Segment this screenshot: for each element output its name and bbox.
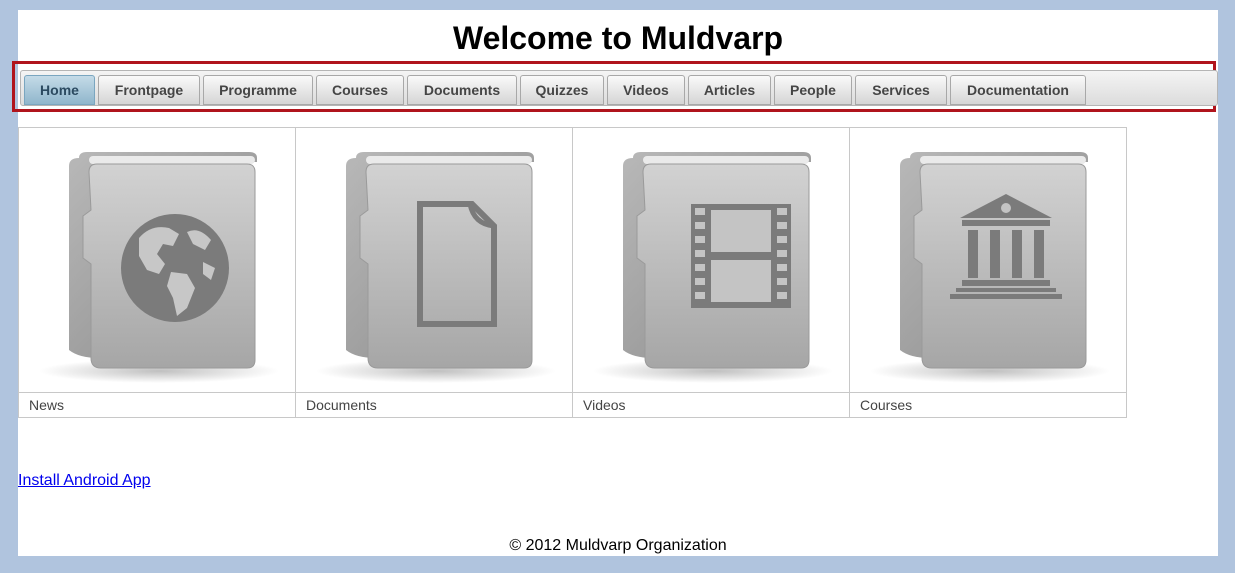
tab-people[interactable]: People bbox=[774, 75, 852, 105]
page-title: Welcome to Muldvarp bbox=[452, 20, 784, 56]
globe-icon bbox=[39, 152, 279, 383]
tile-caption: Videos bbox=[573, 392, 849, 417]
institution-icon bbox=[870, 152, 1110, 383]
tile-documents[interactable]: Documents bbox=[296, 128, 573, 417]
tab-videos[interactable]: Videos bbox=[607, 75, 685, 105]
tab-courses[interactable]: Courses bbox=[316, 75, 404, 105]
tab-quizzes[interactable]: Quizzes bbox=[520, 75, 604, 105]
tile-courses[interactable]: Courses bbox=[850, 128, 1127, 417]
tile-grid: News Documents Videos Courses bbox=[18, 127, 1127, 418]
main-navbar: Home Frontpage Programme Courses Documen… bbox=[20, 70, 1218, 106]
tile-news[interactable]: News bbox=[19, 128, 296, 417]
tile-videos[interactable]: Videos bbox=[573, 128, 850, 417]
tile-caption: Documents bbox=[296, 392, 572, 417]
tab-home[interactable]: Home bbox=[24, 75, 95, 105]
film-icon bbox=[593, 152, 833, 383]
install-android-app-link[interactable]: Install Android App bbox=[18, 472, 151, 490]
tile-caption: Courses bbox=[850, 392, 1127, 417]
tab-articles[interactable]: Articles bbox=[688, 75, 771, 105]
tile-caption: News bbox=[19, 392, 295, 417]
tab-services[interactable]: Services bbox=[855, 75, 947, 105]
page-container: Welcome to Muldvarp Home Frontpage Progr… bbox=[12, 10, 1218, 556]
tab-frontpage[interactable]: Frontpage bbox=[98, 75, 200, 105]
tab-programme[interactable]: Programme bbox=[203, 75, 313, 105]
document-icon bbox=[316, 152, 556, 383]
tab-documents[interactable]: Documents bbox=[407, 75, 517, 105]
footer-copyright: © 2012 Muldvarp Organization bbox=[509, 537, 727, 554]
tab-documentation[interactable]: Documentation bbox=[950, 75, 1086, 105]
